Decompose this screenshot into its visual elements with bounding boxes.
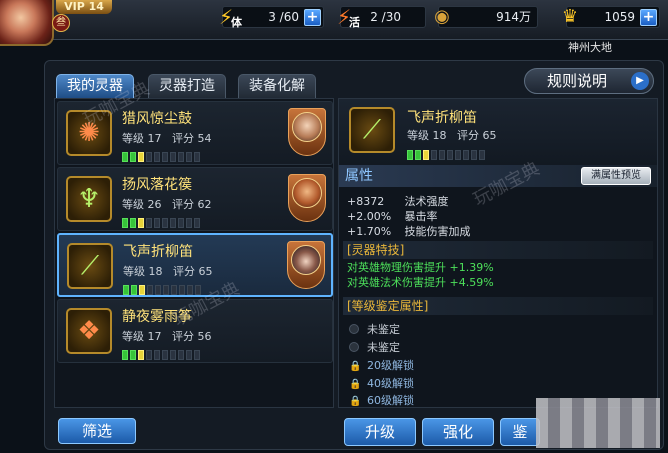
vitality-icon-label: 活 [349,16,360,29]
coin-icon: ◉ [434,6,450,27]
item-stats: 等级 17 评分 56 [122,328,212,344]
lock-icon: 🔒 [349,379,362,390]
item-name: 扬风落花篌 [122,177,192,193]
attribute-label: 技能伤害加成 [404,225,471,238]
special-skill-line: 对英雄法术伤害提升 +4.59% [347,276,494,289]
item-level: 等级 18 [123,265,163,278]
list-item[interactable]: ❖ 静夜雾雨筝 等级 17 评分 56 [57,299,333,363]
appraisal-slot[interactable]: 未鉴定 [349,339,400,355]
full-attributes-preview-button[interactable]: 满属性预览 [581,167,651,185]
artifact-detail-panel: ⟋ 飞声折柳笛 等级 18 评分 65 属性 满属性预览 +8372 法术强度 … [338,98,658,408]
play-arrow-icon: ▶ [631,72,649,90]
slot-label: 60级解锁 [367,394,414,406]
item-score: 评分 62 [172,198,212,211]
appraise-button[interactable]: 鉴 [500,418,540,446]
upgrade-button[interactable]: 升级 [344,418,416,446]
flute-artifact-icon: ⟋ [67,243,113,289]
quality-bars [122,147,202,162]
attribute-value: +8372 [347,195,385,208]
detail-header: ⟋ 飞声折柳笛 等级 18 评分 65 [339,99,657,165]
item-score: 评分 65 [173,265,213,278]
item-score: 评分 56 [172,330,212,343]
item-name: 飞声折柳笛 [123,244,193,260]
location-label: 神州大地 [568,41,612,54]
appraisal-title: [等级鉴定属性] [343,297,653,315]
quality-bars [123,280,203,295]
pixelated-watermark [536,398,660,448]
appraisal-slot-locked: 🔒 40级解锁 [349,375,414,391]
quality-bars [122,345,202,360]
vip-rank-badge: 叁 [52,14,70,32]
equipped-hero-avatar[interactable] [288,174,326,222]
attribute-value: +1.70% [347,225,392,238]
gold-counter: ♛ 1059 + [562,6,660,28]
lock-icon: 🔒 [349,396,362,406]
zither-artifact-icon: ❖ [66,308,112,354]
slot-label: 未鉴定 [367,341,400,354]
player-avatar[interactable] [0,0,54,46]
harp-artifact-icon: ♆ [66,176,112,222]
appraisal-slot-locked: 🔒 60级解锁 [349,392,414,406]
empty-slot-icon [349,324,359,334]
coin-counter: ◉ 914万 [434,6,538,28]
attribute-value: +2.00% [347,210,392,223]
item-level: 等级 17 [122,330,162,343]
add-stamina-button[interactable]: + [304,9,321,26]
special-skill-line: 对英雄物理伤害提升 +1.39% [347,261,494,274]
artifact-list[interactable]: ✺ 猎风惊尘鼓 等级 17 评分 54 ♆ 扬风落花篌 等级 26 评分 62 … [54,98,334,408]
item-name: 猎风惊尘鼓 [122,111,192,127]
appraisal-slot-locked: 🔒 20级解锁 [349,357,414,373]
detail-level: 等级 18 [407,129,447,142]
item-stats: 等级 17 评分 54 [122,130,212,146]
rules-button-label: 规则说明 [547,72,608,90]
attribute-row: +1.70% 技能伤害加成 [347,223,471,239]
gold-value: 1059 [604,10,635,24]
coin-value: 914万 [496,10,531,24]
filter-button[interactable]: 筛选 [58,418,136,444]
equipped-hero-avatar[interactable] [288,108,326,156]
attribute-label: 暴击率 [404,210,438,223]
appraisal-slot[interactable]: 未鉴定 [349,321,400,337]
detail-score: 评分 65 [457,129,497,142]
vitality-value: 2 /30 [370,10,401,24]
slot-label: 未鉴定 [367,323,400,336]
attribute-label: 法术强度 [404,195,449,208]
rules-button[interactable]: 规则说明 ▶ [524,68,654,94]
empty-slot-icon [349,342,359,352]
slot-label: 40级解锁 [367,377,414,390]
stamina-value: 3 /60 [268,10,299,24]
tab-artifact-forge[interactable]: 灵器打造 [148,74,226,98]
stamina-counter: ⚡ 体 3 /60 + [219,5,324,29]
item-score: 评分 54 [172,132,212,145]
list-item[interactable]: ✺ 猎风惊尘鼓 等级 17 评分 54 [57,101,333,165]
quality-bars [122,213,202,228]
vitality-counter: ⚡ 活 2 /30 [337,5,426,29]
add-gold-button[interactable]: + [640,9,657,26]
item-stats: 等级 26 评分 62 [122,196,212,212]
tab-my-artifacts[interactable]: 我的灵器 [56,74,134,98]
stamina-icon-label: 体 [231,16,242,29]
attribute-row: +8372 法术强度 [347,193,449,209]
equipped-hero-avatar[interactable] [287,241,325,289]
item-name: 静夜雾雨筝 [122,309,192,325]
detail-name: 飞声折柳笛 [407,110,477,126]
detail-stats: 等级 18 评分 65 [407,127,497,143]
item-level: 等级 17 [122,132,162,145]
special-skill-title: [灵器特技] [343,241,653,259]
gold-ingot-icon: ♛ [561,6,579,27]
item-stats: 等级 18 评分 65 [123,263,213,279]
item-level: 等级 26 [122,198,162,211]
enhance-button[interactable]: 强化 [422,418,494,446]
list-item[interactable]: ♆ 扬风落花篌 等级 26 评分 62 [57,167,333,231]
flute-artifact-icon: ⟋ [349,107,395,153]
attribute-row: +2.00% 暴击率 [347,208,438,224]
slot-label: 20级解锁 [367,359,414,372]
tab-equipment-dismantle[interactable]: 装备化解 [238,74,316,98]
vip-badge[interactable]: VIP 14 [56,0,112,14]
list-item-selected[interactable]: ⟋ 飞声折柳笛 等级 18 评分 65 [57,233,333,297]
lock-icon: 🔒 [349,361,362,372]
drum-artifact-icon: ✺ [66,110,112,156]
quality-bars [407,145,487,160]
